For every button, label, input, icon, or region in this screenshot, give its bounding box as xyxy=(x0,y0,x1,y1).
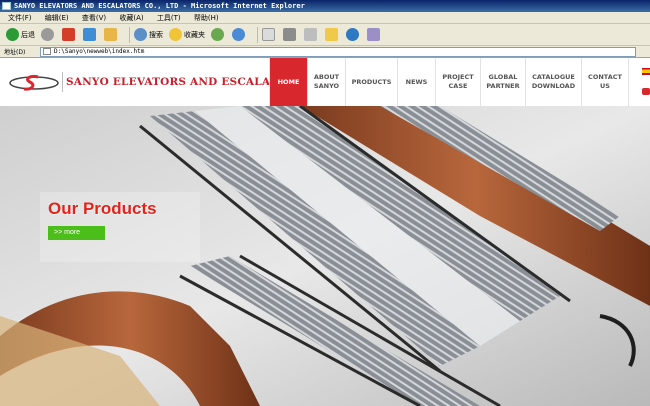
favorites-button[interactable]: 收藏夹 xyxy=(169,28,205,41)
nav-products[interactable]: PRODUCTS xyxy=(345,58,397,106)
ie-page-icon xyxy=(2,2,11,10)
toolbar-divider xyxy=(129,26,130,43)
globe-icon xyxy=(346,28,359,41)
folder-button[interactable] xyxy=(325,28,340,41)
search-icon xyxy=(134,28,147,41)
nav-project-case[interactable]: PROJECT CASE xyxy=(435,58,480,106)
messenger-icon xyxy=(367,28,380,41)
nav-global-label: GLOBAL PARTNER xyxy=(486,73,520,90)
forward-button[interactable] xyxy=(41,28,56,41)
menu-bar: 文件(F) 编辑(E) 查看(V) 收藏(A) 工具(T) 帮助(H) xyxy=(0,12,650,24)
hero-title: Our Products xyxy=(48,199,157,218)
mail-button[interactable] xyxy=(262,28,277,41)
stop-icon xyxy=(62,28,75,41)
mail-icon xyxy=(262,28,275,41)
folder-icon xyxy=(325,28,338,41)
address-input[interactable]: D:\Sanyo\newweb\index.htm xyxy=(40,46,636,57)
page-icon xyxy=(43,48,51,55)
sanyo-logo-icon[interactable] xyxy=(8,74,60,92)
nav-global-partner[interactable]: GLOBAL PARTNER xyxy=(480,58,525,106)
back-label: 后退 xyxy=(21,30,35,39)
menu-favorites[interactable]: 收藏(A) xyxy=(119,14,143,22)
star-icon xyxy=(169,28,182,41)
nav-home[interactable]: HOME xyxy=(269,58,307,106)
media-button[interactable] xyxy=(211,28,226,41)
edit-button[interactable] xyxy=(304,28,319,41)
window-title: SANYO ELEVATORS AND ESCALATORS CO., LTD … xyxy=(14,2,305,10)
address-label: 地址(D) xyxy=(4,49,26,56)
forward-arrow-icon xyxy=(41,28,54,41)
nav-about-sanyo[interactable]: ABOUT SANYO xyxy=(307,58,345,106)
phone-icon xyxy=(642,88,650,95)
history-button[interactable] xyxy=(232,28,247,41)
refresh-icon xyxy=(83,28,96,41)
back-arrow-icon xyxy=(6,28,19,41)
menu-help[interactable]: 帮助(H) xyxy=(194,14,219,22)
home-icon xyxy=(104,28,117,41)
back-button[interactable]: 后退 xyxy=(6,28,35,41)
menu-file[interactable]: 文件(F) xyxy=(8,14,32,22)
nav-news[interactable]: NEWS xyxy=(397,58,435,106)
menu-view[interactable]: 查看(V) xyxy=(82,14,106,22)
menu-tools[interactable]: 工具(T) xyxy=(157,14,181,22)
nav-contact-label: CONTACT US xyxy=(588,73,622,90)
media-icon xyxy=(211,28,224,41)
nav-catalogue-label: CATALOGUE DOWNLOAD xyxy=(531,73,576,90)
nav-project-label: PROJECT CASE xyxy=(442,73,474,90)
search-button[interactable]: 搜索 xyxy=(134,28,163,41)
nav-contact-us[interactable]: CONTACT US xyxy=(581,58,629,106)
search-label: 搜索 xyxy=(149,30,163,39)
refresh-button[interactable] xyxy=(83,28,98,41)
menu-edit[interactable]: 编辑(E) xyxy=(45,14,69,22)
edit-icon xyxy=(304,28,317,41)
site-header: SANYO ELEVATORS AND ESCALATORS HOME ABOU… xyxy=(0,58,650,106)
address-value: D:\Sanyo\newweb\index.htm xyxy=(54,48,145,55)
printer-icon xyxy=(283,28,296,41)
nav-catalogue-download[interactable]: CATALOGUE DOWNLOAD xyxy=(525,58,581,106)
escalator-photo xyxy=(0,106,650,406)
home-button[interactable] xyxy=(104,28,119,41)
print-button[interactable] xyxy=(283,28,298,41)
messenger-button[interactable] xyxy=(367,28,382,41)
browser-toolbar: 后退 搜索 收藏夹 xyxy=(0,24,650,46)
history-icon xyxy=(232,28,245,41)
more-button[interactable]: >> more xyxy=(48,226,105,240)
globe-button[interactable] xyxy=(346,28,361,41)
address-bar: 地址(D) D:\Sanyo\newweb\index.htm xyxy=(0,46,650,58)
stop-button[interactable] xyxy=(62,28,77,41)
spanish-flag-icon[interactable] xyxy=(642,68,650,75)
nav-about-label: ABOUT SANYO xyxy=(313,73,340,90)
favorites-label: 收藏夹 xyxy=(184,30,205,39)
logo-divider xyxy=(62,72,63,92)
window-title-bar: SANYO ELEVATORS AND ESCALATORS CO., LTD … xyxy=(0,0,650,12)
toolbar-divider xyxy=(257,26,258,43)
hero-banner: Our Products >> more xyxy=(0,106,650,406)
